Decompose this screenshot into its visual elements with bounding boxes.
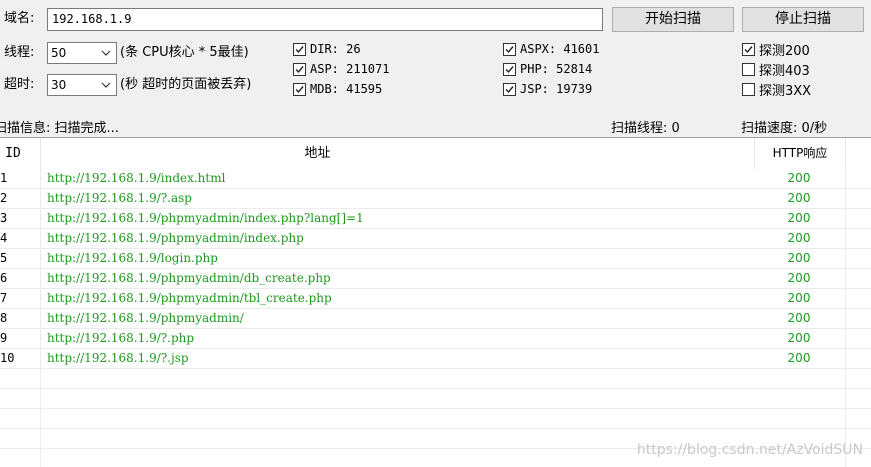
row-url: http://192.168.1.9/index.html <box>47 171 226 185</box>
row-url: http://192.168.1.9/login.php <box>47 251 218 265</box>
row-id: 8 <box>0 311 8 325</box>
probe-label: 探测200 <box>759 43 810 59</box>
checkbox-empty-icon <box>742 82 755 96</box>
probe-label: 探测3XX <box>759 83 812 99</box>
column-divider <box>845 138 846 169</box>
row-url: http://192.168.1.9/?.asp <box>47 191 192 205</box>
table-row[interactable]: 9 http://192.168.1.9/?.php 200 <box>0 329 871 349</box>
row-url: http://192.168.1.9/?.php <box>47 331 195 345</box>
row-id: 10 <box>0 351 15 365</box>
table-row[interactable]: 5 http://192.168.1.9/login.php 200 <box>0 249 871 269</box>
row-http-code: 200 <box>787 351 811 365</box>
column-header-url[interactable]: 地址 <box>41 138 594 169</box>
row-id: 5 <box>0 251 8 265</box>
checkbox-icon <box>293 62 306 76</box>
dict-label: JSP: 19739 <box>520 82 593 96</box>
status-bar: 扫描信息: 扫描完成... 扫描线程: 0 扫描速度: 0/秒 <box>0 116 871 136</box>
domain-label: 域名: <box>4 11 35 26</box>
row-http-code: 200 <box>787 291 811 305</box>
checkbox-empty-icon <box>742 62 755 76</box>
dict-label: MDB: 41595 <box>310 82 383 96</box>
probe-checkbox-200[interactable]: 探测200 <box>742 40 810 59</box>
probe-checkbox-3xx[interactable]: 探测3XX <box>742 80 812 99</box>
row-http-code: 200 <box>787 171 811 185</box>
row-url: http://192.168.1.9/phpmyadmin/index.php?… <box>47 211 364 225</box>
checkbox-icon <box>742 42 755 56</box>
dict-checkbox-jsp[interactable]: JSP: 19739 <box>503 80 592 98</box>
row-http-code: 200 <box>787 211 811 225</box>
table-row[interactable]: 8 http://192.168.1.9/phpmyadmin/ 200 <box>0 309 871 329</box>
empty-row <box>0 409 871 429</box>
dict-label: ASPX: 41601 <box>520 42 600 56</box>
threads-value: 50 <box>51 46 67 60</box>
results-table[interactable]: ID 地址 HTTP响应 1 http://192.168.1.9/index.… <box>0 137 871 467</box>
row-url: http://192.168.1.9/phpmyadmin/db_create.… <box>47 271 331 285</box>
empty-row <box>0 369 871 389</box>
row-id: 4 <box>0 231 8 245</box>
checkbox-icon <box>293 42 306 56</box>
row-id: 6 <box>0 271 8 285</box>
row-url: http://192.168.1.9/phpmyadmin/tbl_create… <box>47 291 332 305</box>
timeout-value: 30 <box>51 78 67 92</box>
table-row[interactable]: 1 http://192.168.1.9/index.html 200 <box>0 169 871 189</box>
threads-label: 线程: <box>4 45 35 60</box>
timeout-label: 超时: <box>4 77 35 92</box>
row-http-code: 200 <box>787 231 811 245</box>
dict-checkbox-mdb[interactable]: MDB: 41595 <box>293 80 382 98</box>
column-header-http[interactable]: HTTP响应 <box>755 138 845 169</box>
dict-checkbox-asp[interactable]: ASP: 211071 <box>293 60 389 78</box>
dict-checkbox-aspx[interactable]: ASPX: 41601 <box>503 40 599 58</box>
row-url: http://192.168.1.9/phpmyadmin/ <box>47 311 244 325</box>
row-http-code: 200 <box>787 331 811 345</box>
dict-checkbox-dir[interactable]: DIR: 26 <box>293 40 361 58</box>
scan-threads-status: 扫描线程: 0 <box>611 121 680 136</box>
dict-label: DIR: 26 <box>310 42 361 56</box>
table-row[interactable]: 3 http://192.168.1.9/phpmyadmin/index.ph… <box>0 209 871 229</box>
threads-select[interactable]: 50 <box>47 42 117 64</box>
column-header-id[interactable]: ID <box>0 138 26 169</box>
row-id: 3 <box>0 211 8 225</box>
row-id: 9 <box>0 331 8 345</box>
table-header: ID 地址 HTTP响应 <box>0 138 871 169</box>
scan-info-status: 扫描信息: 扫描完成... <box>0 121 119 136</box>
checkbox-icon <box>503 42 516 56</box>
checkbox-icon <box>503 62 516 76</box>
domain-input[interactable]: 192.168.1.9 <box>47 8 603 31</box>
row-http-code: 200 <box>787 251 811 265</box>
start-scan-button[interactable]: 开始扫描 <box>612 7 734 32</box>
row-http-code: 200 <box>787 191 811 205</box>
probe-label: 探测403 <box>759 63 810 79</box>
dict-checkbox-php[interactable]: PHP: 52814 <box>503 60 592 78</box>
scan-speed-status: 扫描速度: 0/秒 <box>741 121 828 136</box>
row-url: http://192.168.1.9/phpmyadmin/index.php <box>47 231 304 245</box>
row-url: http://192.168.1.9/?.jsp <box>47 351 189 365</box>
row-id: 7 <box>0 291 8 305</box>
threads-hint: (条 CPU核心 * 5最佳) <box>120 45 249 60</box>
row-id: 1 <box>0 171 8 185</box>
row-id: 2 <box>0 191 8 205</box>
dict-label: ASP: 211071 <box>310 62 390 76</box>
table-row[interactable]: 10 http://192.168.1.9/?.jsp 200 <box>0 349 871 369</box>
probe-checkbox-403[interactable]: 探测403 <box>742 60 810 79</box>
table-row[interactable]: 4 http://192.168.1.9/phpmyadmin/index.ph… <box>0 229 871 249</box>
table-row[interactable]: 7 http://192.168.1.9/phpmyadmin/tbl_crea… <box>0 289 871 309</box>
row-http-code: 200 <box>787 271 811 285</box>
stop-scan-button[interactable]: 停止扫描 <box>742 7 864 32</box>
chevron-down-icon <box>101 50 111 56</box>
row-http-code: 200 <box>787 311 811 325</box>
chevron-down-icon <box>101 82 111 88</box>
table-row[interactable]: 2 http://192.168.1.9/?.asp 200 <box>0 189 871 209</box>
empty-row <box>0 389 871 409</box>
timeout-hint: (秒 超时的页面被丢弃) <box>120 77 252 92</box>
timeout-select[interactable]: 30 <box>47 74 117 96</box>
watermark: https://blog.csdn.net/AzVoidSUN <box>636 442 863 458</box>
dict-label: PHP: 52814 <box>520 62 593 76</box>
checkbox-icon <box>503 82 516 96</box>
checkbox-icon <box>293 82 306 96</box>
table-row[interactable]: 6 http://192.168.1.9/phpmyadmin/db_creat… <box>0 269 871 289</box>
